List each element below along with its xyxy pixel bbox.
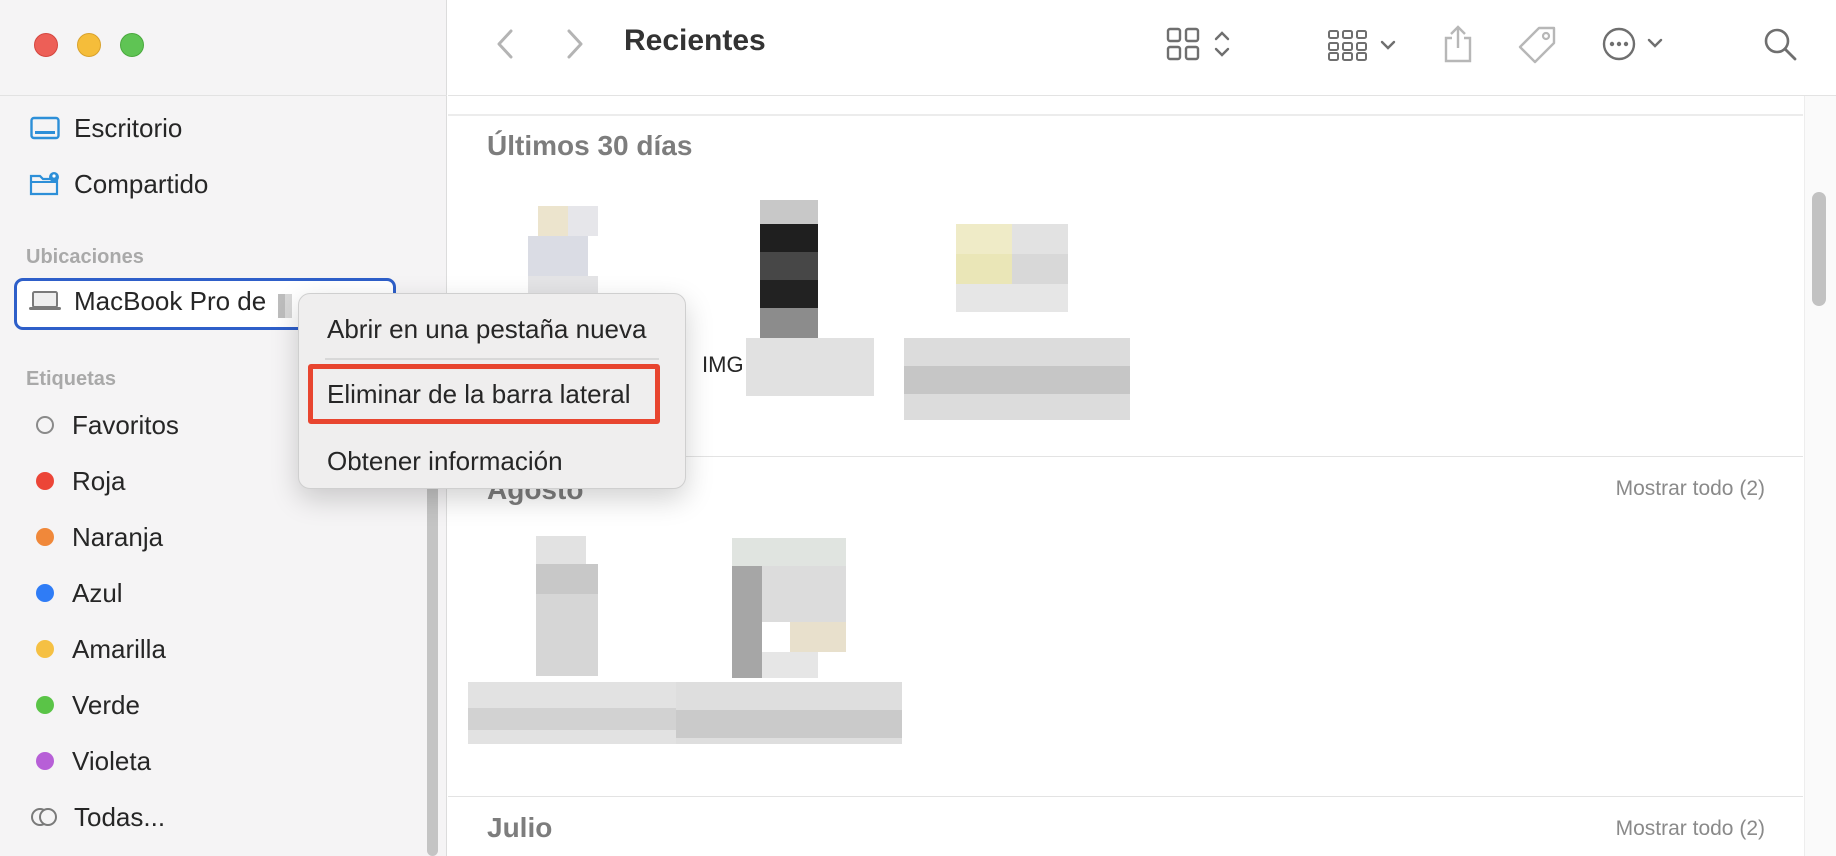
blue-tag-icon xyxy=(36,584,54,602)
red-tag-icon xyxy=(36,472,54,490)
sidebar-scrollbar[interactable] xyxy=(427,480,438,856)
desktop-icon xyxy=(28,114,62,142)
show-all-agosto-link[interactable]: Mostrar todo (2) xyxy=(1616,477,1765,501)
forward-button[interactable] xyxy=(560,26,590,66)
yellow-tag-icon xyxy=(36,640,54,658)
more-options-button[interactable] xyxy=(1598,24,1672,68)
section-title-30-dias: Últimos 30 días xyxy=(487,130,693,161)
green-tag-icon xyxy=(36,696,54,714)
sidebar-item-macbook[interactable]: MacBook Pro de xyxy=(28,281,266,321)
sidebar-item-label: Compartido xyxy=(74,168,209,199)
tag-label: Violeta xyxy=(72,745,152,776)
file-name-redacted xyxy=(904,338,1130,420)
share-icon xyxy=(1442,24,1474,69)
menu-item-get-info[interactable]: Obtener información xyxy=(327,446,563,477)
tags-header: Etiquetas xyxy=(26,368,117,390)
locations-header: Ubicaciones xyxy=(26,246,144,268)
zoom-window-button[interactable] xyxy=(120,33,144,57)
empty-tag-icon xyxy=(36,416,54,434)
section-divider xyxy=(448,796,1803,797)
tag-label: Todas... xyxy=(74,801,166,832)
back-button[interactable] xyxy=(490,26,520,66)
sidebar-tag-favoritos[interactable]: Favoritos xyxy=(28,405,179,445)
sidebar-tag-amarilla[interactable]: Amarilla xyxy=(28,629,166,669)
sidebar-tag-azul[interactable]: Azul xyxy=(28,573,123,613)
sidebar-item-label: MacBook Pro de xyxy=(74,285,267,316)
sidebar-item-compartido[interactable]: Compartido xyxy=(28,164,208,204)
group-options-button[interactable] xyxy=(1324,24,1404,68)
sidebar-tag-todas[interactable]: Todas... xyxy=(28,797,165,837)
search-icon xyxy=(1762,26,1798,67)
sidebar-tag-roja[interactable]: Roja xyxy=(28,461,125,501)
file-name-redacted xyxy=(746,338,874,396)
sidebar-item-escritorio[interactable]: Escritorio xyxy=(28,108,182,148)
sidebar-tag-verde[interactable]: Verde xyxy=(28,685,140,725)
chevron-right-icon xyxy=(565,28,585,65)
laptop-icon xyxy=(28,287,62,315)
context-menu: Abrir en una pestaña nueva Eliminar de l… xyxy=(298,293,686,489)
sidebar-divider xyxy=(0,95,447,96)
window-controls xyxy=(34,33,144,57)
file-name-img: IMG xyxy=(702,352,744,377)
window-title: Recientes xyxy=(624,24,766,57)
chevron-left-icon xyxy=(495,28,515,65)
minimize-window-button[interactable] xyxy=(77,33,101,57)
purple-tag-icon xyxy=(36,752,54,770)
tag-label: Favoritos xyxy=(72,409,179,440)
file-thumbnail[interactable] xyxy=(760,200,818,340)
tag-label: Roja xyxy=(72,465,126,496)
group-view-icon xyxy=(1327,26,1401,67)
sidebar-item-label: Escritorio xyxy=(74,112,183,143)
view-options-button[interactable] xyxy=(1162,24,1242,68)
share-button[interactable] xyxy=(1436,22,1480,70)
orange-tag-icon xyxy=(36,528,54,546)
file-thumbnail[interactable] xyxy=(956,224,1068,312)
all-tags-icon xyxy=(28,803,62,831)
tag-label: Azul xyxy=(72,577,123,608)
search-button[interactable] xyxy=(1758,24,1802,68)
menu-item-remove-from-sidebar[interactable]: Eliminar de la barra lateral xyxy=(327,379,630,410)
content-scrollbar-thumb[interactable] xyxy=(1812,192,1826,306)
menu-item-open-new-tab[interactable]: Abrir en una pestaña nueva xyxy=(327,314,646,345)
redacted-name xyxy=(278,294,292,318)
tag-icon xyxy=(1517,25,1557,70)
section-title-julio: Julio xyxy=(487,812,553,843)
tag-label: Verde xyxy=(72,689,140,720)
section-divider xyxy=(448,114,1803,116)
tag-label: Amarilla xyxy=(72,633,166,664)
grid-view-icon xyxy=(1166,26,1238,67)
show-all-julio-link[interactable]: Mostrar todo (2) xyxy=(1616,817,1765,841)
file-thumbnail[interactable] xyxy=(508,536,598,676)
sidebar-tag-naranja[interactable]: Naranja xyxy=(28,517,163,557)
more-options-icon xyxy=(1601,25,1669,68)
file-name-redacted xyxy=(676,682,902,744)
shared-folder-icon xyxy=(28,170,62,198)
menu-separator xyxy=(325,358,659,360)
file-name-redacted xyxy=(468,682,678,744)
tag-label: Naranja xyxy=(72,521,164,552)
close-window-button[interactable] xyxy=(34,33,58,57)
toolbar: Recientes xyxy=(448,0,1836,96)
file-thumbnail[interactable] xyxy=(732,538,846,678)
sidebar-tag-violeta[interactable]: Violeta xyxy=(28,741,151,781)
tag-button[interactable] xyxy=(1514,24,1560,70)
